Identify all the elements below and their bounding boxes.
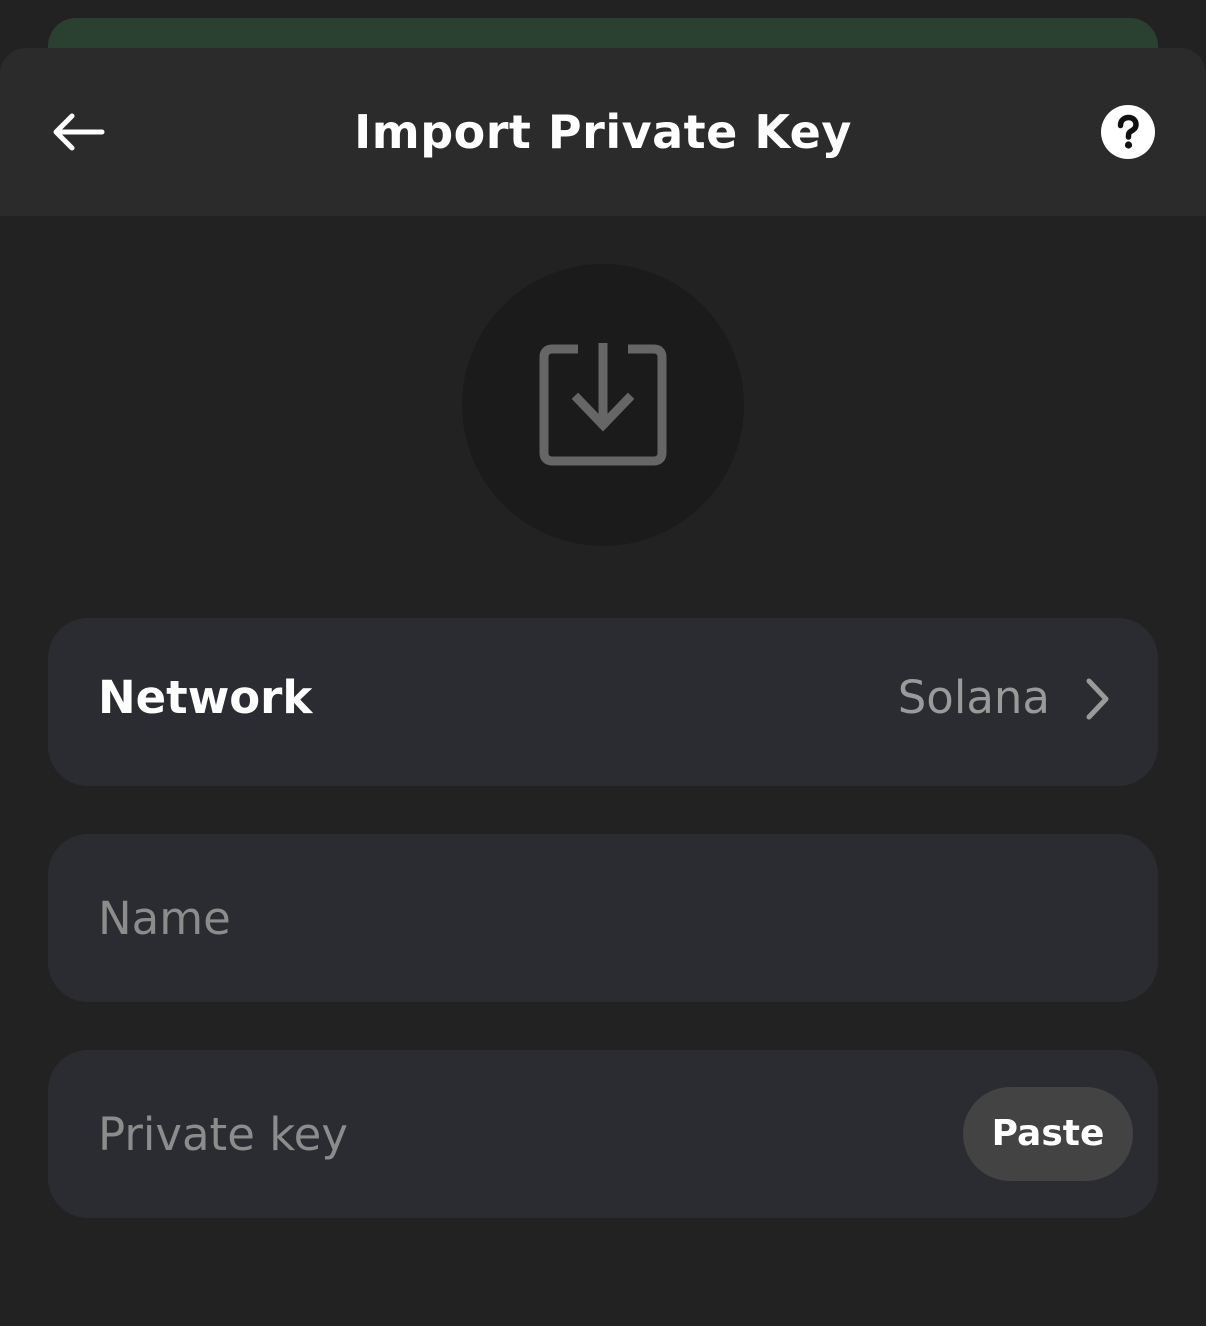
name-field-container — [48, 834, 1158, 1002]
import-private-key-sheet: Import Private Key Network Solana Name P… — [0, 48, 1206, 1326]
header: Import Private Key — [0, 48, 1206, 216]
import-download-icon — [539, 343, 667, 466]
network-selector[interactable]: Network Solana — [48, 618, 1158, 786]
import-icon-badge — [462, 264, 744, 546]
paste-button[interactable]: Paste — [963, 1087, 1133, 1181]
name-input[interactable] — [98, 834, 958, 1002]
back-button[interactable] — [40, 98, 116, 166]
chevron-right-icon — [1086, 678, 1109, 720]
network-value: Solana — [897, 671, 1050, 724]
private-key-input[interactable] — [98, 1050, 918, 1218]
arrow-left-icon — [53, 113, 105, 151]
screen: Import Private Key Network Solana Name P… — [0, 0, 1206, 1326]
question-circle-icon — [1101, 105, 1155, 159]
private-key-field-container: Paste — [48, 1050, 1158, 1218]
help-button[interactable] — [1094, 98, 1162, 166]
page-title: Import Private Key — [354, 105, 852, 159]
network-label: Network — [98, 671, 313, 724]
